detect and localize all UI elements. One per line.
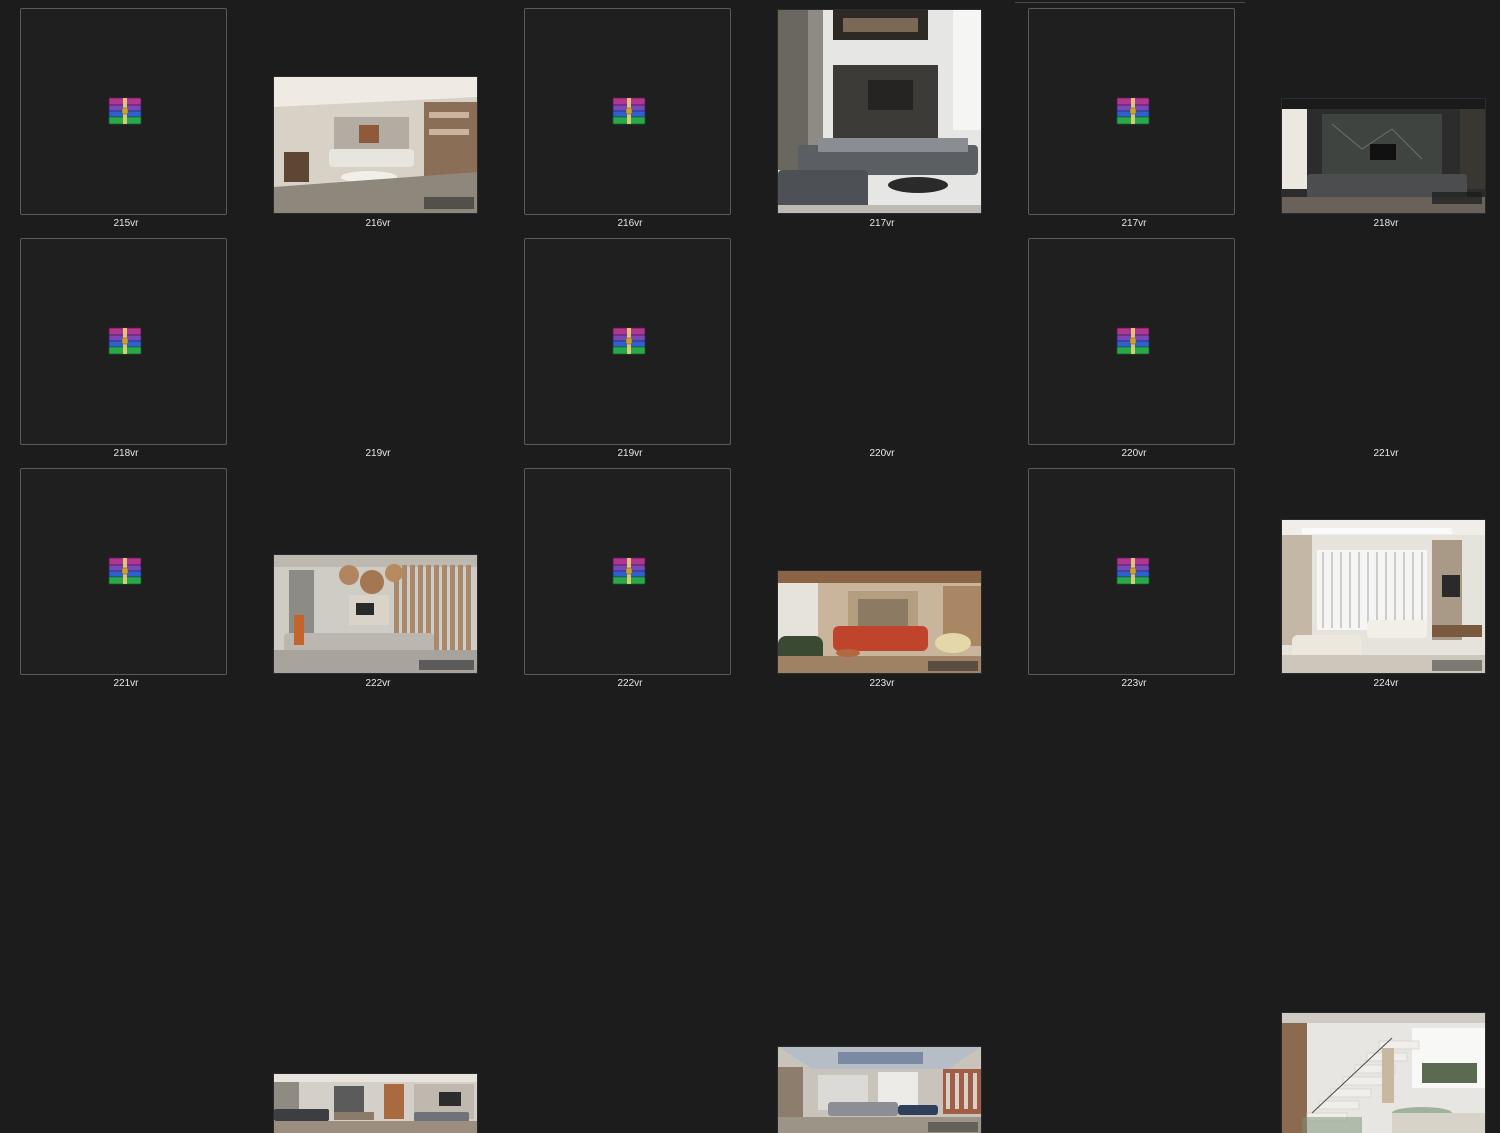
interior-render-image[interactable] [274,77,477,213]
thumbnail[interactable] [1008,0,1260,216]
archive-file-item[interactable]: 221vr [0,460,252,690]
thumbnail[interactable] [0,0,252,216]
archive-thumbnail-frame[interactable] [20,238,227,445]
thumbnail[interactable] [504,230,756,446]
interior-render-image[interactable] [778,10,981,213]
thumbnail[interactable] [1008,460,1260,676]
archive-thumbnail-frame[interactable] [1028,468,1235,675]
thumbnail[interactable] [0,460,252,676]
image-file-item[interactable]: 218vr [1260,0,1500,230]
file-name-label: 224vr [1373,678,1399,689]
file-name-label: 216vr [365,218,391,229]
file-name-label: 217vr [869,218,895,229]
winrar-archive-icon [108,557,142,585]
file-name-label: 223vr [1121,678,1147,689]
image-file-item[interactable]: 224vr [1260,460,1500,1133]
image-file-item[interactable]: 219vr [252,230,504,673]
thumbnail[interactable] [252,230,504,673]
thumbnail[interactable] [252,460,504,1133]
thumbnail[interactable] [252,0,504,216]
image-file-item[interactable]: 216vr [252,0,504,230]
thumbnail[interactable] [1260,460,1500,1133]
interior-render-image[interactable] [1282,99,1485,213]
thumbnail[interactable] [504,460,756,676]
file-grid: 215vr 216vr 216vr 217vr 217vr 218vr 218v… [0,0,1500,1133]
thumbnail[interactable] [1260,0,1500,216]
winrar-archive-icon [612,327,646,355]
winrar-archive-icon [1116,557,1150,585]
file-name-label: 222vr [617,678,643,689]
archive-file-item[interactable]: 220vr [1008,230,1260,460]
archive-file-item[interactable]: 223vr [1008,460,1260,690]
image-file-item[interactable]: 217vr [756,0,1008,230]
file-name-label: 221vr [1373,448,1399,459]
thumbnail[interactable] [1260,230,1500,673]
file-name-label: 216vr [617,218,643,229]
file-name-label: 218vr [113,448,139,459]
archive-file-item[interactable]: 222vr [504,460,756,690]
winrar-archive-icon [612,557,646,585]
interior-render-image[interactable] [274,1074,477,1133]
archive-file-item[interactable]: 219vr [504,230,756,460]
archive-thumbnail-frame[interactable] [524,8,731,215]
winrar-archive-icon [612,97,646,125]
file-name-label: 217vr [1121,218,1147,229]
archive-thumbnail-frame[interactable] [1028,8,1235,215]
thumbnail[interactable] [756,460,1008,1133]
thumbnail[interactable] [0,230,252,446]
file-name-label: 223vr [869,678,895,689]
thumbnail[interactable] [756,230,1008,673]
winrar-archive-icon [1116,97,1150,125]
winrar-archive-icon [108,327,142,355]
archive-thumbnail-frame[interactable] [524,238,731,445]
image-file-item[interactable]: 221vr [1260,230,1500,673]
image-file-item[interactable]: 223vr [756,460,1008,1133]
interior-render-image[interactable] [1282,1013,1485,1133]
file-name-label: 222vr [365,678,391,689]
file-name-label: 221vr [113,678,139,689]
archive-file-item[interactable]: 217vr [1008,0,1260,230]
file-name-label: 220vr [869,448,895,459]
archive-thumbnail-frame[interactable] [20,8,227,215]
winrar-archive-icon [1116,327,1150,355]
file-name-label: 219vr [365,448,391,459]
archive-file-item[interactable]: 215vr [0,0,252,230]
image-file-item[interactable]: 220vr [756,230,1008,673]
archive-thumbnail-frame[interactable] [1028,238,1235,445]
thumbnail[interactable] [504,0,756,216]
interior-render-image[interactable] [778,1047,981,1133]
file-name-label: 219vr [617,448,643,459]
archive-file-item[interactable]: 216vr [504,0,756,230]
winrar-archive-icon [108,97,142,125]
file-name-label: 220vr [1121,448,1147,459]
image-file-item[interactable]: 222vr [252,460,504,1133]
archive-file-item[interactable]: 218vr [0,230,252,460]
thumbnail[interactable] [1008,230,1260,446]
thumbnail[interactable] [756,0,1008,216]
archive-thumbnail-frame[interactable] [20,468,227,675]
file-name-label: 218vr [1373,218,1399,229]
archive-thumbnail-frame[interactable] [524,468,731,675]
file-name-label: 215vr [113,218,139,229]
